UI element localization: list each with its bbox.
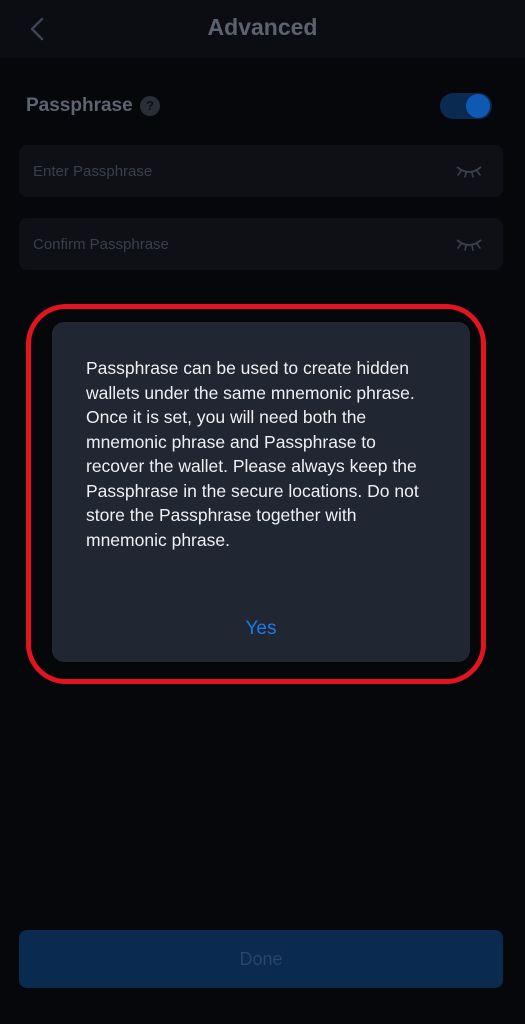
- done-button[interactable]: Done: [19, 930, 503, 988]
- confirm-passphrase-field: [19, 218, 503, 270]
- enter-passphrase-field: [19, 145, 503, 197]
- enter-passphrase-input[interactable]: [19, 145, 453, 197]
- passphrase-info-dialog: Passphrase can be used to create hidden …: [52, 322, 470, 662]
- passphrase-label: Passphrase: [26, 95, 133, 116]
- eye-closed-icon[interactable]: [455, 162, 483, 180]
- page-title: Advanced: [207, 14, 318, 40]
- help-circle-icon[interactable]: ?: [140, 96, 160, 116]
- top-bar: Advanced: [0, 0, 525, 58]
- dialog-message: Passphrase can be used to create hidden …: [86, 358, 419, 550]
- eye-closed-icon[interactable]: [455, 235, 483, 253]
- toggle-knob: [466, 94, 490, 118]
- yes-button[interactable]: Yes: [52, 618, 470, 640]
- confirm-passphrase-input[interactable]: [19, 218, 453, 270]
- passphrase-toggle[interactable]: [440, 93, 492, 119]
